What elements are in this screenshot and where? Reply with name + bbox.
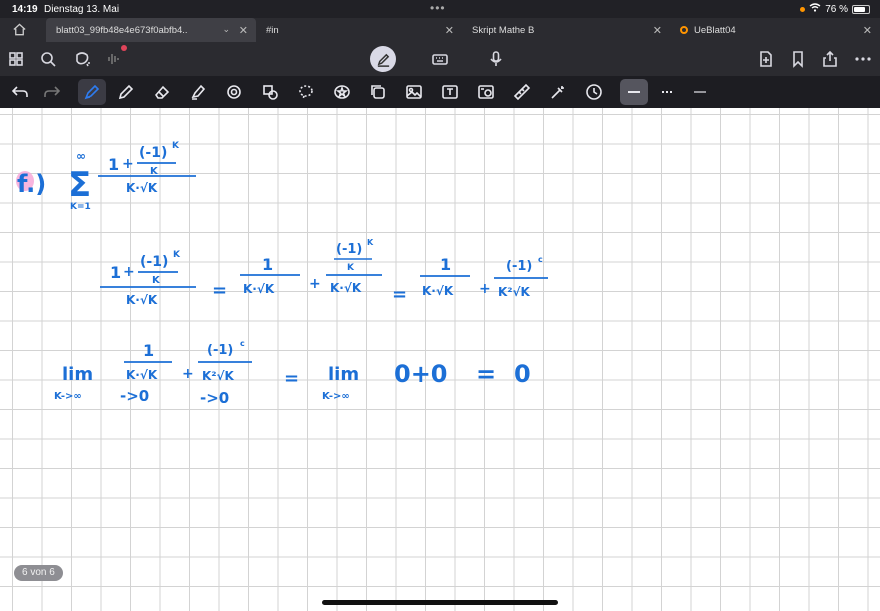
lasso-sparkle-icon[interactable] <box>72 49 92 69</box>
exponent-c: c <box>240 339 245 348</box>
microphone-icon[interactable] <box>486 49 506 69</box>
more-icon[interactable] <box>853 49 873 69</box>
document-toolbar <box>0 42 880 76</box>
audio-waveform-icon[interactable] <box>104 49 124 69</box>
battery-icon <box>852 4 870 14</box>
tab-ueblatt04[interactable]: UeBlatt04 ✕ <box>670 18 880 42</box>
plus-sign: + <box>309 276 321 292</box>
denominator-k2-sqrt-k: K²√K <box>498 285 531 299</box>
handwriting-layer: f.) ∞ Σ K=1 1 + (-1) K K K·√K 1 + (-1) K… <box>16 141 548 407</box>
equals-sign: = <box>392 284 407 305</box>
stroke-dotted-icon[interactable] <box>658 82 678 102</box>
tab-label: Skript Mathe B <box>472 24 535 36</box>
exponent-k: K <box>367 238 374 247</box>
chevron-down-icon[interactable]: ⌄ <box>222 24 230 35</box>
sum-upper-limit: ∞ <box>76 149 86 163</box>
numerator-one: 1 <box>108 155 119 174</box>
equals-sign: = <box>284 368 299 389</box>
neg-one: (-1) <box>139 145 167 161</box>
tab-in[interactable]: #in ✕ <box>256 18 462 42</box>
denominator-k-sqrt-k: K·√K <box>126 368 158 382</box>
plus-sign: + <box>122 156 134 172</box>
tends-to-zero: ->0 <box>120 387 149 405</box>
denominator-k-sqrt-k: K·√K <box>243 282 275 296</box>
search-icon[interactable] <box>38 49 58 69</box>
lim-subscript: K->∞ <box>54 391 82 402</box>
wifi-icon <box>809 3 821 15</box>
stroke-solid-icon[interactable] <box>624 82 644 102</box>
pencil-mode-button[interactable] <box>370 46 396 72</box>
lim-label: lim <box>328 364 359 385</box>
status-right: 76 % <box>800 3 870 15</box>
stroke-and-colors <box>0 76 880 180</box>
lim-label: lim <box>62 364 93 385</box>
numerator-one: 1 <box>143 341 154 360</box>
pen-edit-icon <box>377 53 389 67</box>
close-tab-icon[interactable]: ✕ <box>239 24 248 37</box>
mic-indicator-icon <box>800 6 806 12</box>
share-icon[interactable] <box>820 49 840 69</box>
battery-percent: 76 % <box>825 3 848 15</box>
close-tab-icon[interactable]: ✕ <box>863 24 872 37</box>
lim-subscript: K->∞ <box>322 391 350 402</box>
tab-label: UeBlatt04 <box>694 24 736 36</box>
denominator-k-sqrt-k: K·√K <box>422 284 454 298</box>
denominator-k-sqrt-k: K·√K <box>330 281 362 295</box>
multitasking-dots-icon[interactable]: ••• <box>430 1 446 15</box>
neg-one: (-1) <box>506 259 532 274</box>
note-canvas[interactable]: f.) ∞ Σ K=1 1 + (-1) K K K·√K 1 + (-1) K… <box>0 108 880 611</box>
status-bar: 14:19 Dienstag 13. Mai ••• 76 % <box>0 0 880 18</box>
keyboard-icon[interactable] <box>430 49 450 69</box>
tab-label: #in <box>266 24 279 36</box>
tends-to-zero: ->0 <box>200 389 229 407</box>
neg-one: (-1) <box>140 254 168 270</box>
zero-plus-zero: 0+0 <box>394 360 448 388</box>
tab-label: blatt03_99fb48e4e673f0abfb4.. <box>56 24 188 36</box>
recording-badge-icon <box>121 45 127 51</box>
date: Dienstag 13. Mai <box>44 4 120 15</box>
exponent-k: K <box>173 250 181 260</box>
neg-one: (-1) <box>336 242 362 257</box>
denominator-k-sqrt-k: K·√K <box>126 181 158 195</box>
bookmark-icon[interactable] <box>788 49 808 69</box>
grid-view-icon[interactable] <box>6 49 26 69</box>
recording-dot-icon <box>680 26 688 34</box>
neg-one: (-1) <box>207 343 233 358</box>
exercise-label: f.) <box>17 170 46 198</box>
result-zero: 0 <box>514 360 531 388</box>
sum-lower-limit: K=1 <box>70 202 91 212</box>
page-indicator: 6 von 6 <box>14 565 63 581</box>
tab-skript-mathe-b[interactable]: Skript Mathe B ✕ <box>462 18 670 42</box>
home-icon[interactable] <box>12 22 28 38</box>
plus-sign: + <box>123 264 135 280</box>
add-page-icon[interactable] <box>756 49 776 69</box>
exponent-k: K <box>172 141 180 151</box>
tab-bar: blatt03_99fb48e4e673f0abfb4.. ⌄ ✕ #in ✕ … <box>0 18 880 42</box>
exponent-c: c <box>538 255 543 264</box>
equals-sign: = <box>476 360 496 388</box>
numerator-one: 1 <box>262 255 273 274</box>
plus-sign: + <box>182 366 194 382</box>
denominator-k2-sqrt-k: K²√K <box>202 369 235 383</box>
numerator-one: 1 <box>110 263 121 282</box>
close-tab-icon[interactable]: ✕ <box>653 24 662 37</box>
close-tab-icon[interactable]: ✕ <box>445 24 454 37</box>
stroke-thin-icon[interactable] <box>690 82 710 102</box>
plus-sign: + <box>479 281 491 297</box>
denominator-k-sqrt-k: K·√K <box>126 293 158 307</box>
numerator-one: 1 <box>440 255 451 274</box>
sum-symbol: Σ <box>68 165 91 205</box>
denominator-k: K <box>347 263 355 273</box>
clock: 14:19 <box>12 4 38 15</box>
home-indicator[interactable] <box>322 600 558 605</box>
denominator-k: K <box>152 275 161 286</box>
tab-blatt03[interactable]: blatt03_99fb48e4e673f0abfb4.. ⌄ ✕ <box>46 18 256 42</box>
equals-sign: = <box>212 280 227 301</box>
